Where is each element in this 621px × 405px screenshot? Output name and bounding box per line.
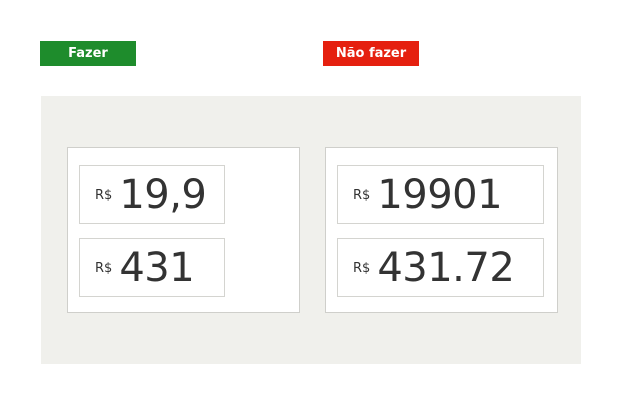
price-display: R$ 19901	[337, 165, 544, 224]
currency-symbol: R$	[95, 188, 113, 203]
price-display: R$ 19,9	[79, 165, 225, 224]
currency-symbol: R$	[353, 261, 371, 276]
price-display: R$ 431	[79, 238, 225, 297]
price-amount: 19901	[377, 171, 503, 218]
price-amount: 431.72	[377, 244, 515, 291]
price-amount: 431	[119, 244, 195, 291]
price-amount: 19,9	[119, 171, 207, 218]
price-display: R$ 431.72	[337, 238, 544, 297]
currency-symbol: R$	[95, 261, 113, 276]
dont-example-panel: R$ 19901 R$ 431.72	[325, 147, 558, 313]
example-stage: R$ 19,9 R$ 431 R$ 19901 R$ 431.72	[41, 96, 581, 364]
do-example-panel: R$ 19,9 R$ 431	[67, 147, 300, 313]
dont-label: Não fazer	[323, 41, 419, 66]
do-label: Fazer	[40, 41, 136, 66]
currency-symbol: R$	[353, 188, 371, 203]
